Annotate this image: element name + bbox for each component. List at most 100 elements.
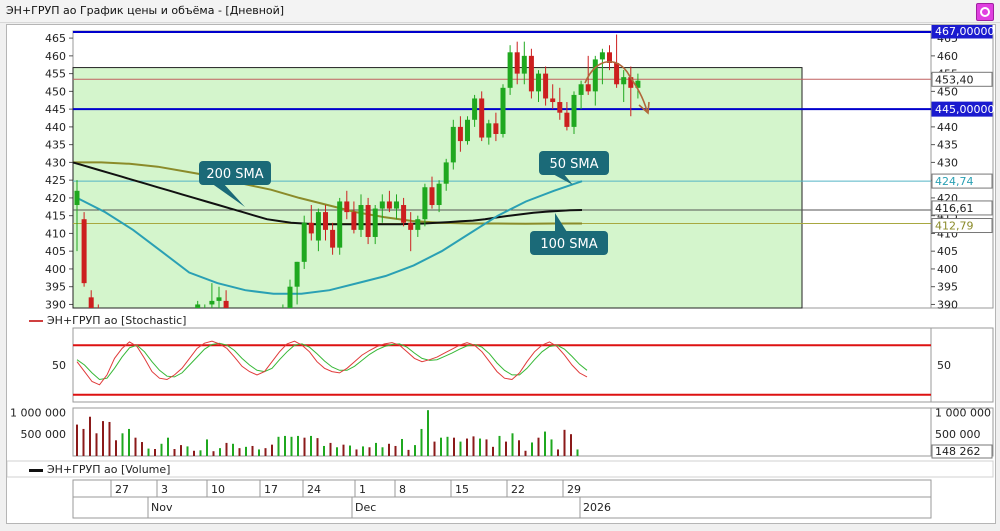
- y-tick-label-left: 410: [45, 227, 66, 240]
- date-tick-label: 3: [161, 483, 168, 496]
- candle-body: [585, 84, 591, 92]
- date-tick-label: 29: [567, 483, 581, 496]
- y-tick-label-left: 450: [45, 85, 66, 98]
- candle-body: [479, 98, 485, 138]
- y-tick-label-right: 430: [937, 156, 958, 169]
- link-icon-ring: [980, 7, 990, 17]
- volume-tick-right: 1 000 000: [935, 406, 991, 419]
- y-tick-label-left: 425: [45, 174, 66, 187]
- price-label-text: 453,40: [935, 73, 974, 86]
- volume-tick-left: 1 000 000: [10, 406, 66, 419]
- y-tick-label-left: 455: [45, 68, 66, 81]
- candle-body: [280, 312, 285, 323]
- price-label-text: 416,61: [935, 202, 974, 215]
- stochastic-pane: [72, 327, 932, 403]
- candle-body: [386, 201, 392, 209]
- candle-body: [543, 73, 549, 99]
- candle-body: [223, 300, 229, 308]
- candle-body: [88, 297, 94, 308]
- callout-200-sma-text: 200 SMA: [206, 167, 263, 182]
- candle-body: [301, 222, 307, 262]
- price-label-text: 445,00000: [935, 103, 995, 116]
- link-icon[interactable]: [976, 3, 994, 21]
- month-label: 2026: [583, 501, 611, 514]
- candle-body: [521, 55, 527, 74]
- candle-body: [365, 205, 371, 237]
- candle-body: [550, 98, 556, 103]
- candle-body: [592, 59, 598, 92]
- candle-body: [443, 162, 449, 184]
- candle-body: [358, 205, 364, 230]
- candle-body: [209, 300, 215, 305]
- y-tick-label-right: 395: [937, 281, 958, 294]
- date-tick-label: 24: [307, 483, 321, 496]
- candle-body: [287, 286, 293, 308]
- candle-body: [401, 205, 407, 223]
- candle-body: [557, 102, 563, 113]
- date-tick-label: 27: [115, 483, 129, 496]
- y-tick-label-left: 465: [45, 32, 66, 45]
- price-axis-left: 390 395 400 405 410 415 420 425 430 435 440 445 450 4…: [45, 32, 73, 311]
- y-tick-label-right: 405: [937, 245, 958, 258]
- y-tick-label-left: 435: [45, 139, 66, 152]
- volume-tick-right: 500 000: [935, 428, 981, 441]
- candle-body: [308, 222, 314, 234]
- callout-50-sma-text: 50 SMA: [549, 157, 598, 172]
- y-tick-label-left: 400: [45, 263, 66, 276]
- candle-body: [465, 119, 470, 142]
- volume-legend-text: ЭН+ГРУП ао [Volume]: [47, 463, 171, 476]
- candle-body: [536, 73, 541, 92]
- candle-body: [315, 212, 321, 241]
- y-tick-label-left: 415: [45, 210, 66, 223]
- date-tick-label: 8: [399, 483, 406, 496]
- stochastic-swatch: [29, 320, 43, 322]
- y-tick-label-left: 420: [45, 192, 66, 205]
- y-tick-label-right: 460: [937, 50, 958, 63]
- candle-body: [394, 201, 399, 209]
- candle-body: [507, 52, 513, 88]
- y-tick-label-left: 405: [45, 245, 66, 258]
- volume-pane: [72, 407, 932, 457]
- date-tick-label: 10: [211, 483, 225, 496]
- y-tick-label-left: 395: [45, 281, 66, 294]
- month-label: Dec: [355, 501, 376, 514]
- price-label-text: 467,000000: [935, 25, 995, 38]
- candle-body: [408, 222, 414, 230]
- candle-body: [195, 304, 201, 308]
- month-label: Nov: [151, 501, 173, 514]
- candle-body: [450, 126, 456, 163]
- candle-body: [372, 208, 378, 237]
- candle-body: [422, 187, 428, 220]
- candle-body: [493, 123, 499, 134]
- candle-body: [614, 62, 620, 85]
- y-tick-label-left: 390: [45, 298, 66, 311]
- candle-body: [81, 219, 87, 284]
- candle-body: [415, 219, 421, 230]
- y-tick-label-left: 430: [45, 156, 66, 169]
- candle-body: [344, 201, 350, 213]
- y-tick-label-right: 400: [937, 263, 958, 276]
- y-tick-label-left: 445: [45, 103, 66, 116]
- candle-body: [202, 308, 207, 315]
- candle-body: [500, 87, 506, 134]
- candle-body: [351, 212, 357, 230]
- date-tick-label: 15: [455, 483, 469, 496]
- candle-body: [599, 52, 605, 60]
- candle-body: [294, 261, 300, 287]
- window-title: ЭН+ГРУП ао График цены и объёма - [Дневн…: [6, 4, 285, 17]
- candle-body: [436, 183, 442, 206]
- price-label-text: 412,79: [935, 220, 974, 233]
- price-label-text: 424,74: [935, 175, 974, 188]
- y-tick-label-right: 450: [937, 85, 958, 98]
- candle-body: [621, 77, 627, 85]
- volume-legend: ЭН+ГРУП ао [Volume]: [29, 463, 170, 476]
- volume-tick-left: 500 000: [21, 428, 67, 441]
- y-tick-label-left: 440: [45, 121, 66, 134]
- candle-body: [514, 52, 520, 74]
- candle-body: [528, 55, 534, 92]
- stochastic-tick-left: 50: [52, 359, 66, 372]
- date-axis: [72, 479, 932, 519]
- date-tick-label: 22: [511, 483, 525, 496]
- candle-body: [564, 112, 570, 127]
- candle-body: [571, 94, 577, 127]
